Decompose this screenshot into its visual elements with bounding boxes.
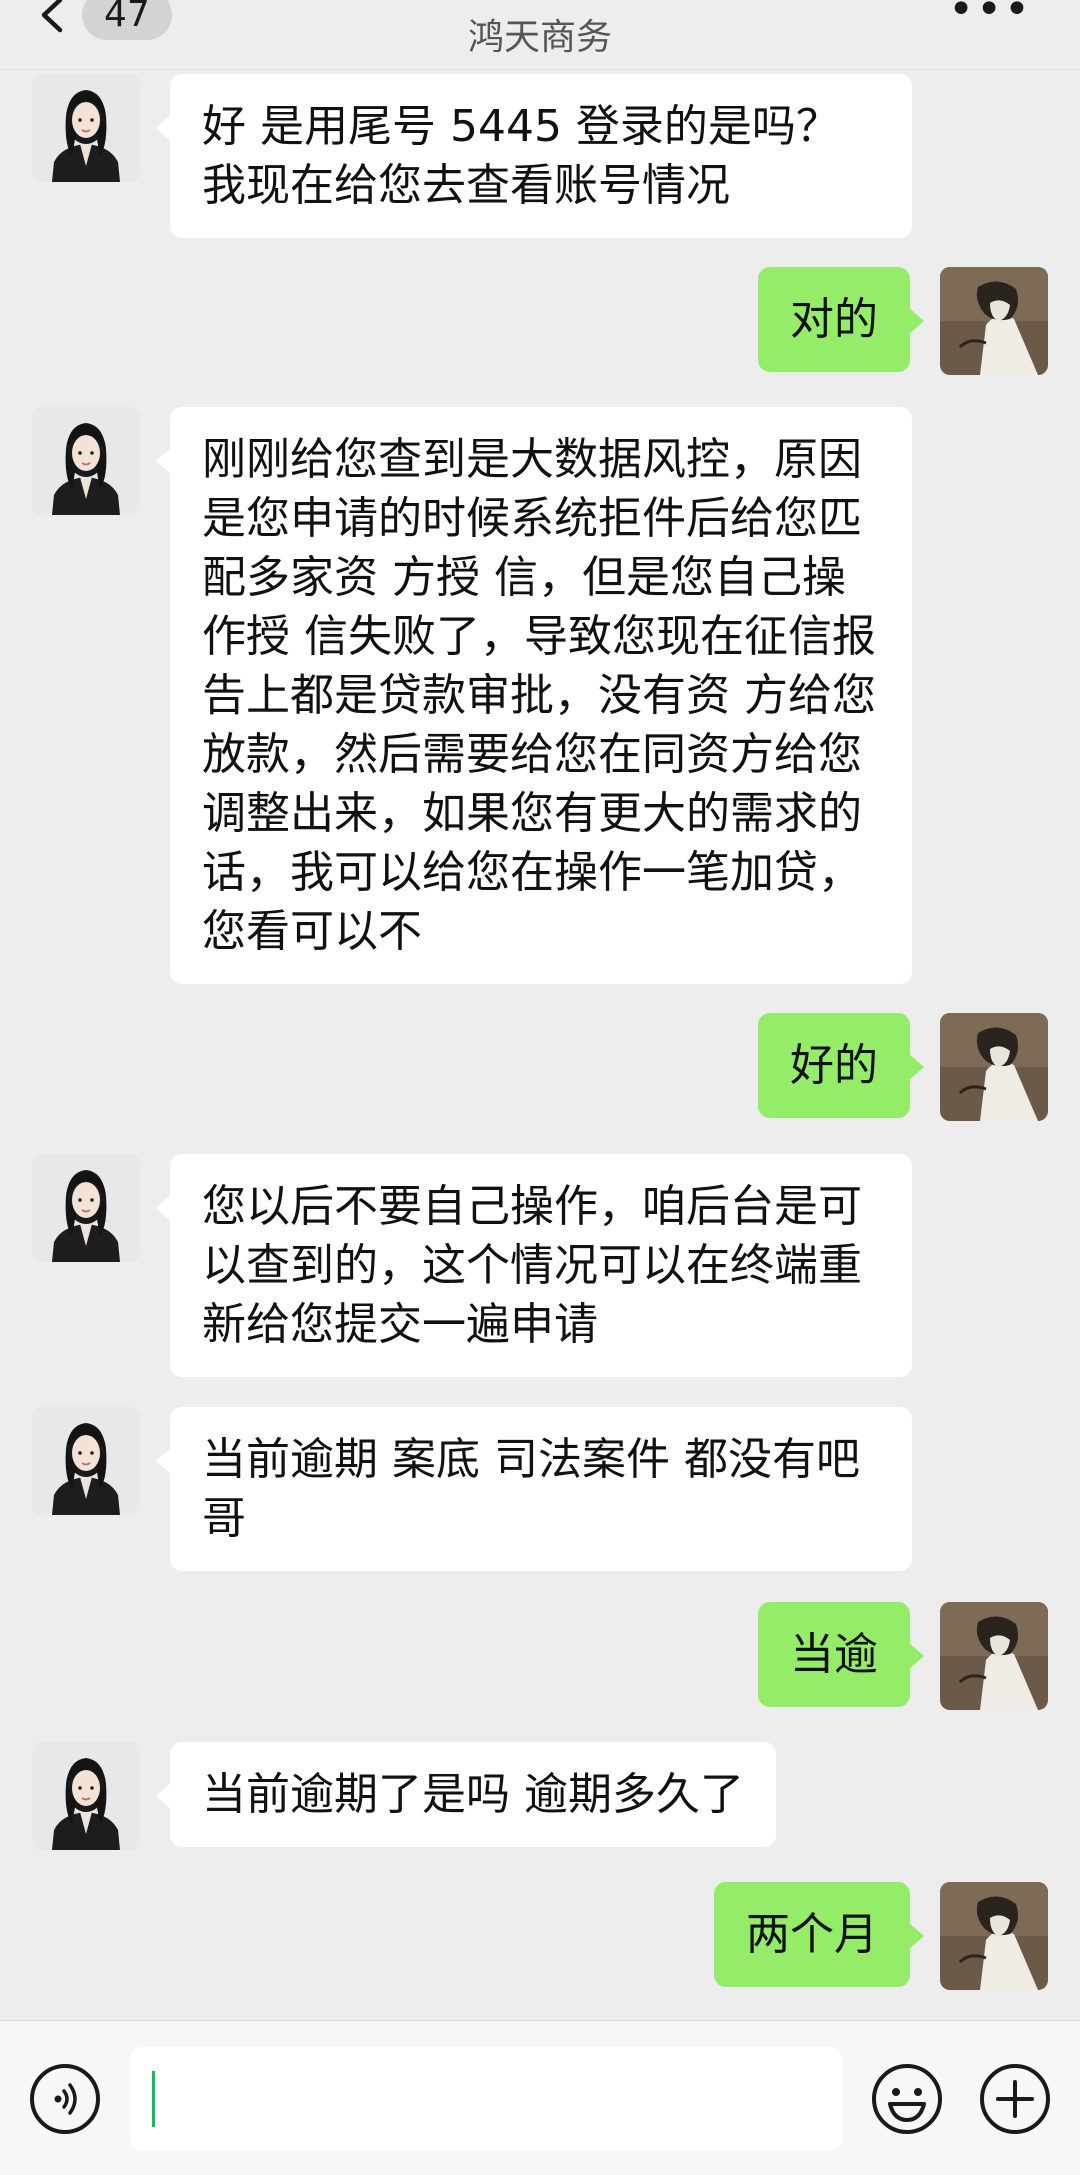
incoming-message-bubble[interactable]: 您以后不要自己操作，咱后台是可以查到的，这个情况可以在终端重新给您提交一遍申请 (156, 1154, 912, 1377)
text-caret (152, 2071, 155, 2127)
message-input[interactable] (130, 2047, 842, 2151)
agent-avatar[interactable] (32, 1742, 140, 1850)
input-bar (0, 2020, 1080, 2175)
chat-header: 47 鸿天商务 ••• (0, 0, 1080, 70)
agent-avatar[interactable] (32, 1407, 140, 1515)
incoming-message-bubble[interactable]: 好 是用尾号 5445 登录的是吗？我现在给您去查看账号情况 (156, 74, 912, 238)
user-avatar[interactable] (940, 1602, 1048, 1710)
voice-icon[interactable] (28, 2062, 102, 2136)
more-dots-icon[interactable]: ••• (948, 0, 1032, 32)
agent-avatar[interactable] (32, 407, 140, 515)
outgoing-message-bubble[interactable]: 对的 (758, 267, 924, 372)
user-avatar[interactable] (940, 1882, 1048, 1990)
outgoing-message-bubble[interactable]: 好的 (758, 1013, 924, 1118)
user-avatar[interactable] (940, 267, 1048, 375)
incoming-message-bubble[interactable]: 刚刚给您查到是大数据风控，原因是您申请的时候系统拒件后给您匹配多家资 方授 信，… (156, 407, 912, 984)
incoming-message-bubble[interactable]: 当前逾期 案底 司法案件 都没有吧哥 (156, 1407, 912, 1571)
outgoing-message-bubble[interactable]: 当逾 (758, 1602, 924, 1707)
outgoing-message-bubble[interactable]: 两个月 (714, 1882, 924, 1987)
emoji-icon[interactable] (870, 2062, 944, 2136)
chat-title: 鸿天商务 (467, 17, 612, 58)
agent-avatar[interactable] (32, 74, 140, 182)
agent-avatar[interactable] (32, 1154, 140, 1262)
user-avatar[interactable] (940, 1013, 1048, 1121)
incoming-message-bubble[interactable]: 当前逾期了是吗 逾期多久了 (156, 1742, 776, 1847)
plus-icon[interactable] (978, 2062, 1052, 2136)
